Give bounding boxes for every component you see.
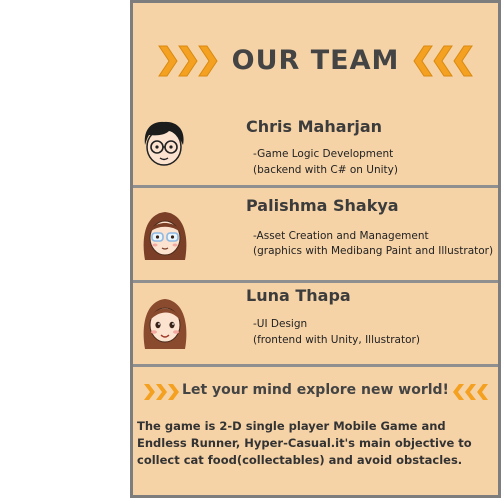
member-role-detail: (graphics with Medibang Paint and Illust…	[253, 245, 494, 257]
divider	[133, 185, 498, 188]
member-name: Luna Thapa	[246, 286, 351, 305]
team-card: OUR TEAM Chris Maharjan -Game Logic Deve…	[130, 0, 501, 498]
tagline: Let your mind explore new world!	[182, 382, 449, 398]
left-chevrons-icon	[453, 384, 488, 400]
left-chevrons-icon	[413, 45, 473, 77]
member-role: -UI Design	[253, 318, 308, 330]
girl-avatar-icon	[143, 299, 187, 349]
member-name: Chris Maharjan	[246, 117, 383, 136]
divider	[133, 280, 498, 283]
game-description: The game is 2-D single player Mobile Gam…	[137, 419, 472, 467]
girl-glasses-avatar-icon	[143, 212, 187, 260]
member-role-detail: (frontend with Unity, Illustrator)	[253, 334, 420, 346]
divider	[133, 364, 498, 367]
member-role: -Asset Creation and Management	[253, 230, 429, 242]
member-name: Palishma Shakya	[246, 196, 399, 215]
boy-glasses-avatar-icon	[144, 121, 184, 166]
member-role: -Game Logic Development	[253, 148, 394, 160]
member-role-detail: (backend with C# on Unity)	[253, 164, 398, 176]
